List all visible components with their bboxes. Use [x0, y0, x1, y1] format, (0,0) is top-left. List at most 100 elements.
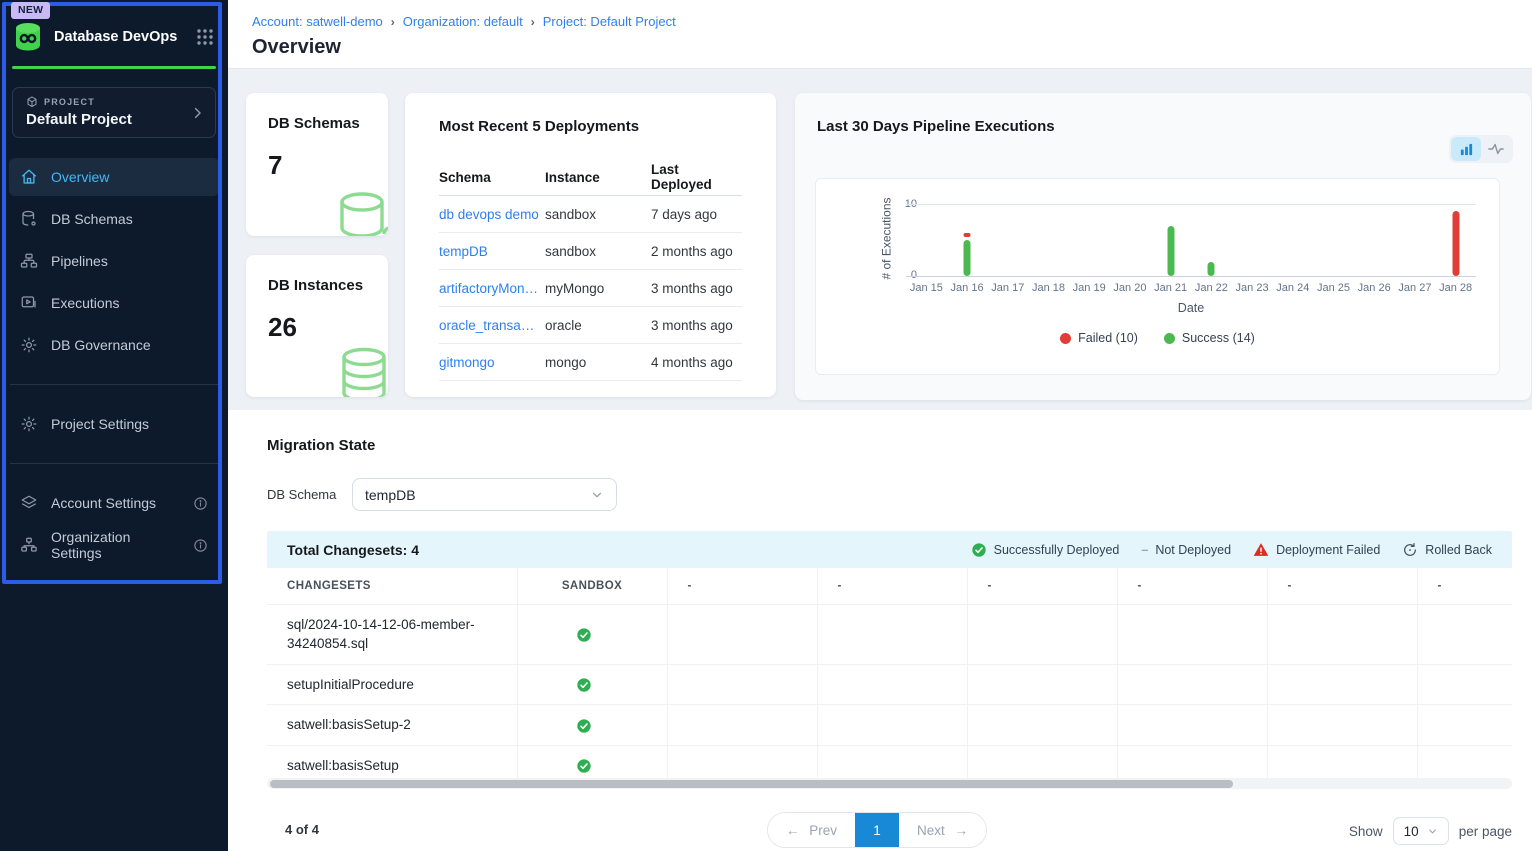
sidebar-item-organization-settings[interactable]: Organization Settings	[9, 526, 219, 564]
sidebar-item-label: Organization Settings	[51, 529, 180, 561]
check-circle-icon	[576, 718, 592, 734]
project-label: PROJECT	[44, 97, 95, 107]
bar-plot	[906, 204, 1476, 276]
prev-page-button[interactable]: ← Prev	[768, 813, 855, 847]
bar-success-jan-22[interactable]	[1208, 262, 1215, 276]
changeset-name: satwell:basisSetup-2	[267, 705, 517, 746]
schema-link[interactable]: db devops demo	[439, 207, 545, 222]
bar-success-jan-16[interactable]	[964, 240, 971, 276]
sidebar-item-label: DB Governance	[51, 337, 151, 353]
deployment-row: tempDBsandbox2 months ago	[439, 233, 742, 270]
status-legend-deployment-failed: Deployment Failed	[1253, 542, 1380, 558]
total-changesets-label: Total Changesets: 4	[287, 542, 419, 558]
db-icon	[20, 210, 38, 228]
chart-legend: Failed (10)Success (14)	[816, 331, 1499, 345]
empty-status-cell	[1417, 604, 1512, 664]
empty-status-cell	[1117, 705, 1267, 746]
db-instances-card: DB Instances 26	[246, 255, 388, 397]
schema-link[interactable]: tempDB	[439, 244, 545, 259]
x-tick: Jan 17	[991, 282, 1024, 294]
bar-failed-jan-16[interactable]	[964, 233, 971, 237]
legend-dot	[1164, 333, 1175, 344]
empty-status-cell	[967, 604, 1117, 664]
sidebar-item-account-settings[interactable]: Account Settings	[9, 484, 219, 522]
app-logo-icon	[12, 22, 44, 52]
per-page-select[interactable]: 10	[1393, 817, 1449, 845]
x-tick: Jan 24	[1276, 282, 1309, 294]
db-instances-count: 26	[268, 312, 366, 343]
breadcrumb-link-0[interactable]: Account: satwell-demo	[252, 14, 383, 29]
schema-link[interactable]: gitmongo	[439, 355, 545, 370]
status-legend-label: Rolled Back	[1425, 543, 1492, 557]
deployments-header-row: SchemaInstanceLast Deployed	[439, 159, 742, 196]
deployment-row: artifactoryMongomyMongo3 months ago	[439, 270, 742, 307]
x-tick: Jan 26	[1358, 282, 1391, 294]
sidebar-nav-group: Account Settings Organization Settings	[0, 484, 228, 564]
brand-divider	[12, 66, 216, 69]
empty-status-cell	[1267, 664, 1417, 705]
schema-link[interactable]: oracle_transact...	[439, 318, 545, 333]
last-deployed-cell: 3 months ago	[651, 281, 742, 296]
recent-deployments-card: Most Recent 5 Deployments SchemaInstance…	[405, 93, 776, 397]
card-title: DB Instances	[268, 277, 366, 294]
chart-title: Last 30 Days Pipeline Executions	[817, 118, 1509, 135]
empty-status-cell	[1417, 664, 1512, 705]
check-circle-icon	[576, 677, 592, 693]
chart-type-line-button[interactable]	[1481, 137, 1511, 161]
show-label: Show	[1349, 824, 1383, 839]
horizontal-scrollbar-thumb[interactable]	[270, 780, 1233, 788]
sidebar-item-db-governance[interactable]: DB Governance	[9, 326, 219, 364]
changeset-row: satwell:basisSetup-2	[267, 705, 1512, 746]
deployment-row: oracle_transact...oracle3 months ago	[439, 307, 742, 344]
sidebar-item-overview[interactable]: Overview	[9, 158, 219, 196]
page-title: Overview	[252, 36, 341, 59]
breadcrumb-link-1[interactable]: Organization: default	[403, 14, 523, 29]
db-schemas-card: DB Schemas 7	[246, 93, 388, 236]
changesets-column-header: -	[667, 568, 817, 604]
pagination-row: 4 of 4 ← Prev 1 Next → Show 10 per page	[267, 812, 1512, 850]
x-tick: Jan 18	[1032, 282, 1065, 294]
empty-status-cell	[667, 664, 817, 705]
card-title: Most Recent 5 Deployments	[439, 118, 742, 135]
migration-state-section: Migration State DB Schema tempDB Total C…	[228, 410, 1532, 851]
sidebar-item-pipelines[interactable]: Pipelines	[9, 242, 219, 280]
bar-success-jan-21[interactable]	[1167, 226, 1174, 276]
schema-link[interactable]: artifactoryMongo	[439, 281, 545, 296]
info-icon[interactable]	[193, 496, 208, 511]
prev-label: Prev	[809, 823, 837, 838]
x-tick: Jan 23	[1236, 282, 1269, 294]
breadcrumb-separator: ›	[531, 14, 535, 29]
status-legend-rolled-back: Rolled Back	[1402, 542, 1492, 558]
section-title: Migration State	[267, 437, 375, 454]
empty-status-cell	[967, 664, 1117, 705]
changesets-column-header: -	[1117, 568, 1267, 604]
rollback-icon	[1402, 542, 1418, 558]
info-icon[interactable]	[193, 538, 208, 553]
next-page-button[interactable]: Next →	[899, 813, 986, 847]
bar-failed-jan-28[interactable]	[1452, 211, 1459, 276]
project-selector[interactable]: PROJECT Default Project	[12, 87, 216, 138]
sidebar-divider	[10, 463, 218, 464]
current-page-button[interactable]: 1	[855, 813, 899, 847]
chevron-down-icon	[590, 488, 604, 502]
column-header: Last Deployed	[651, 162, 742, 192]
instance-cell: myMongo	[545, 281, 651, 296]
database-stack-icon	[332, 345, 388, 397]
per-page-label: per page	[1459, 824, 1512, 839]
next-label: Next	[917, 823, 945, 838]
horizontal-scrollbar-track[interactable]	[267, 778, 1512, 789]
apps-grid-icon[interactable]	[196, 28, 214, 46]
breadcrumb-link-2[interactable]: Project: Default Project	[543, 14, 676, 29]
sidebar-item-project-settings[interactable]: Project Settings	[9, 405, 219, 443]
db-schema-select[interactable]: tempDB	[352, 478, 617, 511]
x-axis-ticks: Jan 15Jan 16Jan 17Jan 18Jan 19Jan 20Jan …	[906, 282, 1476, 296]
db-schema-label: DB Schema	[267, 487, 336, 502]
warning-triangle-icon	[1253, 542, 1269, 557]
check-circle-icon	[576, 758, 592, 774]
sidebar-item-executions[interactable]: Executions	[9, 284, 219, 322]
changesets-column-header: CHANGESETS	[267, 568, 517, 604]
chart-type-bar-button[interactable]	[1451, 137, 1481, 161]
sidebar-divider	[10, 384, 218, 385]
sidebar-item-db-schemas[interactable]: DB Schemas	[9, 200, 219, 238]
instance-cell: sandbox	[545, 207, 651, 222]
